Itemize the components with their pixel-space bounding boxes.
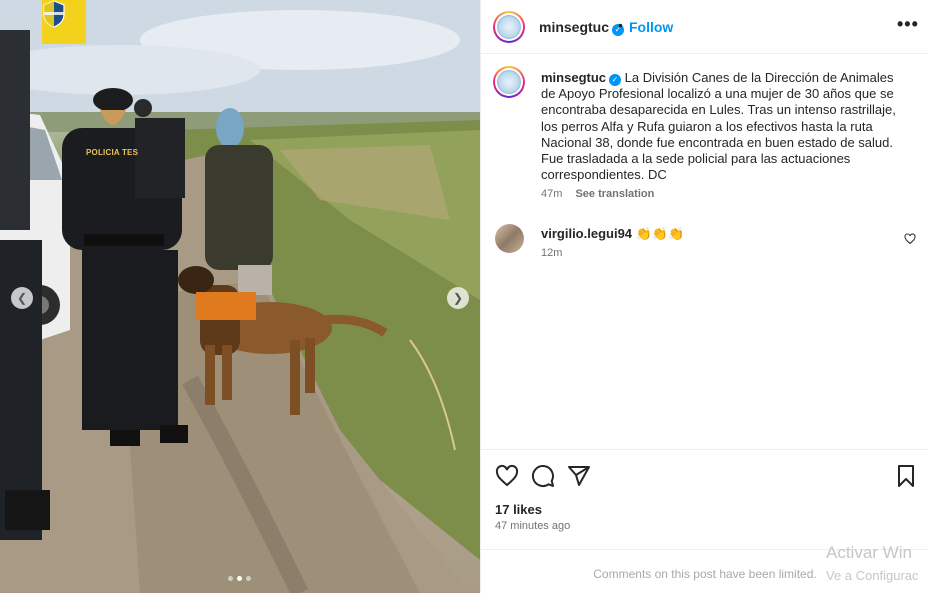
separator-dot: • — [618, 17, 623, 33]
activation-watermark-title: Activar Win — [826, 543, 912, 562]
avatar[interactable] — [493, 11, 525, 43]
comment-time[interactable]: 12m — [541, 247, 562, 259]
activation-watermark-subtitle: Ve a Configurac — [826, 568, 919, 583]
carousel-dot[interactable] — [246, 576, 251, 581]
caption: minsegtuc ✓ La División Canes de la Direc… — [541, 70, 909, 183]
share-button[interactable] — [567, 464, 591, 493]
header-username[interactable]: minsegtuc ✓ — [539, 19, 625, 36]
paper-plane-icon — [568, 466, 590, 486]
more-options-button[interactable]: ••• — [897, 14, 919, 35]
commenter-avatar[interactable] — [495, 224, 524, 253]
verified-badge-icon: ✓ — [609, 74, 622, 86]
comment-like-button[interactable] — [904, 232, 916, 250]
heart-icon — [904, 233, 916, 245]
caption-time[interactable]: 47m — [541, 188, 562, 200]
photo-scene — [0, 0, 480, 593]
carousel-dot-active[interactable] — [237, 576, 242, 581]
seal-icon — [497, 15, 521, 39]
seal-icon — [497, 70, 521, 94]
comment-username[interactable]: virgilio.legui94 — [541, 226, 632, 241]
shield-icon — [43, 0, 65, 28]
post-header: minsegtuc ✓ • Follow ••• — [481, 0, 928, 54]
username-text[interactable]: minsegtuc — [539, 19, 609, 35]
save-button[interactable] — [895, 464, 917, 493]
carousel-next-button[interactable]: ❯ — [447, 287, 469, 309]
follow-button[interactable]: Follow — [629, 19, 673, 35]
post-photo: POLICIA TES ❮ ❯ — [0, 0, 480, 593]
post-actions: 17 likes 47 minutes ago — [481, 449, 928, 549]
comment-icon — [532, 465, 554, 487]
comment-item: virgilio.legui94 👏👏👏 12m — [495, 224, 925, 264]
shield-badge — [42, 0, 86, 44]
comment-button[interactable] — [531, 464, 555, 493]
carousel-dots — [228, 576, 251, 581]
chevron-right-icon: ❯ — [452, 291, 464, 305]
like-button[interactable] — [495, 464, 519, 493]
post-panel: minsegtuc ✓ • Follow ••• minsegtuc ✓ La Di… — [480, 0, 928, 593]
post-timestamp[interactable]: 47 minutes ago — [495, 520, 570, 532]
avatar[interactable] — [493, 66, 525, 98]
likes-count[interactable]: 17 likes — [495, 502, 542, 517]
heart-icon — [495, 464, 519, 487]
comment-body: virgilio.legui94 👏👏👏 — [541, 226, 684, 242]
see-translation-button[interactable]: See translation — [575, 188, 654, 200]
vest-label: POLICIA TES — [86, 148, 139, 157]
comment-text: 👏👏👏 — [635, 226, 685, 241]
caption-meta: 47m See translation — [541, 188, 654, 200]
bookmark-icon — [898, 465, 914, 487]
chevron-left-icon: ❮ — [16, 291, 28, 305]
caption-username[interactable]: minsegtuc — [541, 70, 606, 85]
carousel-dot[interactable] — [228, 576, 233, 581]
caption-text: La División Canes de la Dirección de Ani… — [541, 70, 896, 183]
carousel-prev-button[interactable]: ❮ — [11, 287, 33, 309]
